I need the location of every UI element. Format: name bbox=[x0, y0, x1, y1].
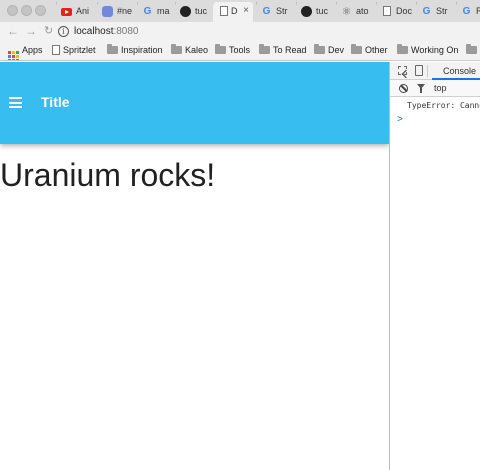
app-bar-title: Title bbox=[41, 94, 70, 110]
url-host: localhost bbox=[74, 26, 114, 37]
bookmark-label: Kaleo bbox=[185, 45, 209, 55]
folder-icon bbox=[397, 44, 408, 54]
bookmark-label: Dev bbox=[328, 45, 345, 55]
github-icon bbox=[180, 6, 191, 17]
folder-icon bbox=[171, 44, 182, 54]
tab-console[interactable]: Console bbox=[432, 62, 480, 80]
atom-icon: ⚛ bbox=[341, 6, 352, 18]
browser-tab[interactable]: ⚛ ato bbox=[336, 2, 376, 22]
tab-label: tuc bbox=[195, 6, 208, 16]
page-viewport: Title Uranium rocks! bbox=[0, 62, 389, 470]
tab-label: #ne bbox=[117, 6, 133, 16]
toolbar-divider bbox=[427, 65, 428, 77]
document-icon bbox=[220, 6, 228, 16]
bookmark-label: Spritzlet bbox=[63, 45, 96, 55]
url-port: :8080 bbox=[113, 26, 139, 37]
bookmark-kaleo[interactable]: Kaleo bbox=[171, 44, 209, 55]
bookmark-label: Apps bbox=[22, 45, 43, 55]
tab-label: Doc bbox=[396, 6, 413, 16]
site-info-icon[interactable]: i bbox=[58, 26, 69, 37]
browser-tab[interactable]: Ani bbox=[56, 2, 96, 22]
tab-close-icon[interactable]: × bbox=[243, 5, 249, 16]
browser-tab[interactable]: Doc bbox=[376, 2, 416, 22]
devtools-panel: Console top TypeError: Canno > bbox=[389, 62, 480, 470]
address-bar: ← → ↻ i localhost:8080 bbox=[0, 22, 480, 42]
folder-icon bbox=[466, 44, 477, 54]
apps-grid-icon bbox=[8, 51, 19, 60]
github-icon bbox=[301, 6, 312, 17]
bookmark-apps[interactable]: Apps bbox=[8, 45, 43, 60]
bookmark-label: Working On bbox=[411, 45, 459, 55]
window-zoom-button[interactable] bbox=[35, 5, 46, 16]
url-field[interactable]: localhost:8080 bbox=[74, 26, 139, 37]
console-filter-bar: top bbox=[390, 80, 480, 97]
context-selector[interactable]: top bbox=[434, 83, 447, 93]
reload-icon[interactable]: ↻ bbox=[44, 24, 53, 37]
bookmark-label: Tools bbox=[229, 45, 251, 55]
tab-label: Str bbox=[276, 6, 288, 16]
youtube-icon bbox=[61, 8, 72, 16]
browser-tab[interactable]: G Str bbox=[416, 2, 456, 22]
bookmark-tools[interactable]: Tools bbox=[215, 44, 251, 55]
app-bar: Title bbox=[0, 62, 389, 144]
browser-tab[interactable]: G Str bbox=[256, 2, 296, 22]
bookmark-working-on[interactable]: Working On bbox=[397, 44, 459, 55]
bookmark-inspiration[interactable]: Inspiration bbox=[107, 44, 163, 55]
browser-tab-active[interactable]: D × bbox=[213, 2, 253, 22]
document-icon bbox=[383, 6, 391, 16]
browser-tab[interactable]: G R bbox=[456, 2, 480, 22]
forward-arrow-icon[interactable]: → bbox=[25, 24, 37, 38]
page-headline: Uranium rocks! bbox=[0, 157, 216, 193]
tab-label: D bbox=[231, 6, 238, 16]
window-close-button[interactable] bbox=[7, 5, 18, 16]
filter-icon[interactable] bbox=[417, 84, 425, 93]
google-icon: G bbox=[462, 6, 471, 17]
bookmark-label: Other bbox=[365, 45, 388, 55]
folder-icon bbox=[351, 44, 362, 54]
tab-label: tuc bbox=[316, 6, 329, 16]
browser-tab-strip: Ani #ne G ma tuc D × G Str tuc ⚛ ato Doc… bbox=[0, 0, 480, 22]
browser-tab[interactable]: tuc bbox=[296, 2, 336, 22]
bookmarks-bar: Apps Spritzlet Inspiration Kaleo Tools T… bbox=[0, 42, 480, 61]
back-arrow-icon[interactable]: ← bbox=[7, 24, 19, 38]
browser-tab[interactable]: G ma bbox=[137, 2, 175, 22]
browser-tab[interactable]: tuc bbox=[175, 2, 213, 22]
tab-label: ato bbox=[356, 6, 369, 16]
tab-label: ma bbox=[157, 6, 170, 16]
bookmark-to-read[interactable]: To Read bbox=[259, 44, 307, 55]
clear-console-icon[interactable] bbox=[399, 84, 408, 93]
bookmark-dev[interactable]: Dev bbox=[314, 44, 345, 55]
folder-icon bbox=[107, 44, 118, 54]
bookmark-overflow[interactable] bbox=[466, 44, 480, 55]
folder-icon bbox=[215, 44, 226, 54]
console-error-message: TypeError: Canno bbox=[407, 101, 480, 110]
bookmark-spritzlet[interactable]: Spritzlet bbox=[52, 45, 96, 55]
tab-label: R bbox=[476, 6, 480, 16]
discord-icon bbox=[102, 6, 113, 17]
menu-icon[interactable] bbox=[9, 97, 22, 108]
bookmark-other[interactable]: Other bbox=[351, 44, 388, 55]
browser-tab[interactable]: #ne bbox=[97, 2, 137, 22]
window-minimize-button[interactable] bbox=[21, 5, 32, 16]
bookmark-label: Inspiration bbox=[121, 45, 163, 55]
google-icon: G bbox=[422, 6, 431, 17]
device-toolbar-icon[interactable] bbox=[415, 65, 423, 76]
tab-label: Str bbox=[436, 6, 448, 16]
document-icon bbox=[52, 45, 60, 55]
devtools-toolbar: Console bbox=[390, 62, 480, 80]
folder-icon bbox=[314, 44, 325, 54]
google-icon: G bbox=[143, 6, 152, 17]
console-prompt[interactable]: > bbox=[397, 114, 403, 125]
folder-icon bbox=[259, 44, 270, 54]
tab-label: Ani bbox=[76, 6, 90, 16]
bookmark-label: To Read bbox=[273, 45, 307, 55]
google-icon: G bbox=[262, 6, 271, 17]
inspect-element-icon[interactable] bbox=[398, 66, 407, 75]
